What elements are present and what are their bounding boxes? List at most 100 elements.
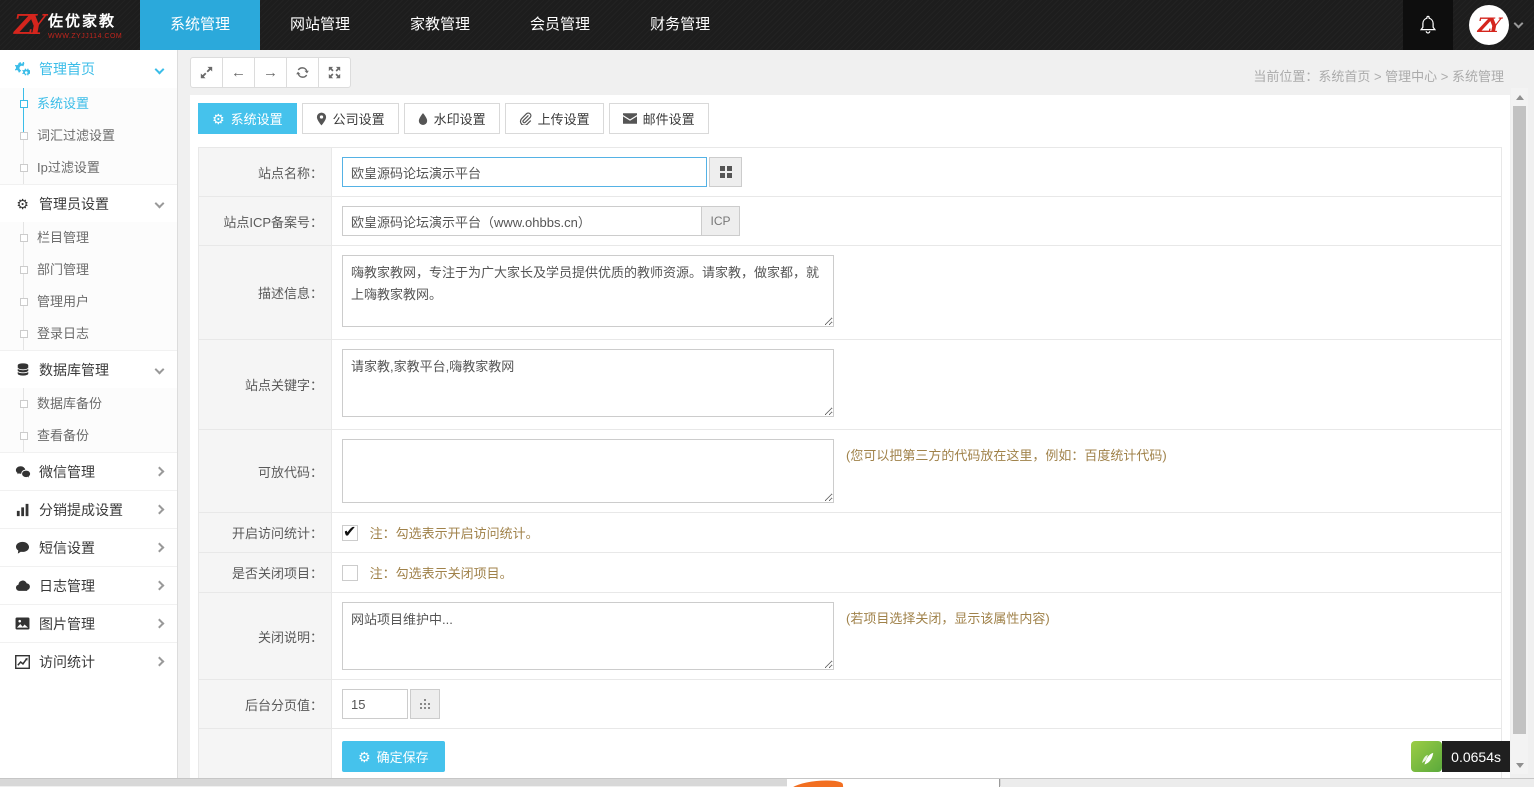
paperclip-icon <box>519 112 532 125</box>
scroll-down-arrow[interactable] <box>1511 758 1528 772</box>
sidebar-item-login-log[interactable]: 登录日志 <box>0 318 177 350</box>
brand-url: WWW.ZYJJ114.COM <box>48 33 122 40</box>
form-row-icp: 站点ICP备案号： ICP <box>199 197 1502 246</box>
form-row-page-size: 后台分页值： <box>199 680 1502 729</box>
form-row-site-name: 站点名称： <box>199 148 1502 197</box>
keywords-textarea[interactable]: 请家教,家教平台,嗨教家教网 <box>342 349 834 417</box>
close-project-checkbox[interactable] <box>342 565 358 581</box>
settings-tabs: ⚙ 系统设置 公司设置 水印设置 上传设置 <box>198 103 1502 134</box>
sidebar-section-label: 管理员设置 <box>39 194 109 214</box>
back-button[interactable]: ← <box>222 57 255 88</box>
diagonal-arrows-icon <box>200 66 213 79</box>
droplet-icon <box>418 112 428 126</box>
notifications-button[interactable] <box>1403 0 1453 50</box>
fullscreen-icon <box>328 66 341 79</box>
bar-chart-icon <box>14 503 31 517</box>
sidebar-section-label: 管理首页 <box>39 59 95 79</box>
chevron-down-icon <box>155 64 165 74</box>
site-name-input[interactable] <box>342 157 707 187</box>
topnav-item-system[interactable]: 系统管理 <box>140 0 260 50</box>
forward-button[interactable]: → <box>254 57 287 88</box>
site-name-addon-button[interactable] <box>709 157 742 187</box>
sidebar-section-images[interactable]: 图片管理 <box>0 604 177 642</box>
map-marker-icon <box>316 112 327 126</box>
topnav-item-tutor[interactable]: 家教管理 <box>380 0 500 50</box>
sidebar-section-database[interactable]: 数据库管理 <box>0 350 177 388</box>
form-row-description: 描述信息： 嗨教家教网，专注于为广大家长及学员提供优质的教师资源。请家教，做家都… <box>199 246 1502 340</box>
sidebar-section-logs[interactable]: 日志管理 <box>0 566 177 604</box>
refresh-icon <box>296 66 309 79</box>
scrollbar-thumb[interactable] <box>1513 106 1526 734</box>
form-row-close-note: 关闭说明： 网站项目维护中... (若项目选择关闭，显示该属性内容) <box>199 593 1502 680</box>
cloud-icon <box>14 580 31 592</box>
field-label: 开启访问统计： <box>199 513 332 553</box>
brand-name: 佐优家教 <box>48 10 122 31</box>
comment-icon <box>14 541 31 555</box>
bell-icon <box>1419 15 1437 35</box>
chevron-right-icon <box>155 581 165 591</box>
top-menu: 系统管理 网站管理 家教管理 会员管理 财务管理 <box>140 0 740 50</box>
tab-upload-settings[interactable]: 上传设置 <box>505 103 604 134</box>
tab-company-settings[interactable]: 公司设置 <box>302 103 399 134</box>
scroll-up-arrow[interactable] <box>1511 90 1528 104</box>
code-hint: (您可以把第三方的代码放在这里，例如：百度统计代码) <box>846 439 1167 464</box>
description-textarea[interactable]: 嗨教家教网，专注于为广大家长及学员提供优质的教师资源。请家教，做家都，就上嗨教家… <box>342 255 834 327</box>
tab-mail-settings[interactable]: 邮件设置 <box>609 103 709 134</box>
settings-form: 站点名称： 站点ICP备案号： ICP 描述信息： <box>198 147 1502 784</box>
history-toolbar: ← → <box>190 57 351 88</box>
chevron-right-icon <box>155 505 165 515</box>
topnav-item-website[interactable]: 网站管理 <box>260 0 380 50</box>
execution-time-badge[interactable]: 0.0654s <box>1411 741 1510 772</box>
sidebar-group-admin-settings: 栏目管理 部门管理 管理用户 登录日志 <box>0 222 177 350</box>
expand-button[interactable] <box>190 57 223 88</box>
sidebar-section-admin-home[interactable]: 管理首页 <box>0 50 177 88</box>
vertical-scrollbar[interactable] <box>1511 88 1528 774</box>
sidebar-item-admin-users[interactable]: 管理用户 <box>0 286 177 318</box>
sidebar-item-view-backup[interactable]: 查看备份 <box>0 420 177 452</box>
line-chart-icon <box>14 655 31 669</box>
topnav-item-finance[interactable]: 财务管理 <box>620 0 740 50</box>
visit-stats-checkbox[interactable] <box>342 525 358 541</box>
sidebar-item-column-mgmt[interactable]: 栏目管理 <box>0 222 177 254</box>
sidebar-item-word-filter[interactable]: 词汇过滤设置 <box>0 120 177 152</box>
sidebar-section-sms[interactable]: 短信设置 <box>0 528 177 566</box>
sidebar-section-label: 图片管理 <box>39 614 95 634</box>
sidebar-section-label: 数据库管理 <box>39 360 109 380</box>
code-textarea[interactable] <box>342 439 834 503</box>
field-label: 关闭说明： <box>199 593 332 680</box>
sidebar-item-ip-filter[interactable]: Ip过滤设置 <box>0 152 177 184</box>
tab-watermark-settings[interactable]: 水印设置 <box>404 103 500 134</box>
brand-logo[interactable]: ZY 佐优家教 WWW.ZYJJ114.COM <box>0 0 140 50</box>
sidebar-item-db-backup[interactable]: 数据库备份 <box>0 388 177 420</box>
sidebar-group-admin-home: 系统设置 词汇过滤设置 Ip过滤设置 <box>0 88 177 184</box>
refresh-button[interactable] <box>286 57 319 88</box>
breadcrumb: 当前位置：系统首页 > 管理中心 > 系统管理 <box>1253 66 1504 85</box>
image-icon <box>14 617 31 630</box>
save-button[interactable]: ⚙ 确定保存 <box>342 741 445 772</box>
sidebar-item-system-settings[interactable]: 系统设置 <box>0 88 177 120</box>
main-content: ← → 当前位置：系统首页 > 管理中心 > 系统管理 ⚙ 系统设置 公司设置 <box>178 50 1534 786</box>
gear-icon: ⚙ <box>358 750 371 764</box>
gear-icon: ⚙ <box>212 112 225 126</box>
dots-grid-icon <box>420 699 431 710</box>
sidebar-section-wechat[interactable]: 微信管理 <box>0 452 177 490</box>
field-label: 可放代码： <box>199 430 332 513</box>
page-size-input[interactable] <box>342 689 408 719</box>
user-avatar[interactable]: ZY <box>1469 5 1509 45</box>
form-row-close-project: 是否关闭项目： 注：勾选表示关闭项目。 <box>199 553 1502 593</box>
fullscreen-button[interactable] <box>318 57 351 88</box>
field-label: 站点关键字： <box>199 340 332 430</box>
sidebar-item-department-mgmt[interactable]: 部门管理 <box>0 254 177 286</box>
topnav-item-member[interactable]: 会员管理 <box>500 0 620 50</box>
settings-panel: ⚙ 系统设置 公司设置 水印设置 上传设置 <box>190 95 1510 786</box>
tab-system-settings[interactable]: ⚙ 系统设置 <box>198 103 297 134</box>
icp-input[interactable] <box>342 206 702 236</box>
page-size-addon-button[interactable] <box>410 689 440 719</box>
close-note-textarea[interactable]: 网站项目维护中... <box>342 602 834 670</box>
sidebar-section-visit-stats[interactable]: 访问统计 <box>0 642 177 680</box>
sidebar-section-admin-settings[interactable]: ⚙ 管理员设置 <box>0 184 177 222</box>
close-project-hint: 注：勾选表示关闭项目。 <box>370 566 513 581</box>
sidebar-section-commission[interactable]: 分销提成设置 <box>0 490 177 528</box>
cogs-icon <box>14 62 31 77</box>
user-menu-chevron-down-icon[interactable] <box>1514 19 1524 29</box>
